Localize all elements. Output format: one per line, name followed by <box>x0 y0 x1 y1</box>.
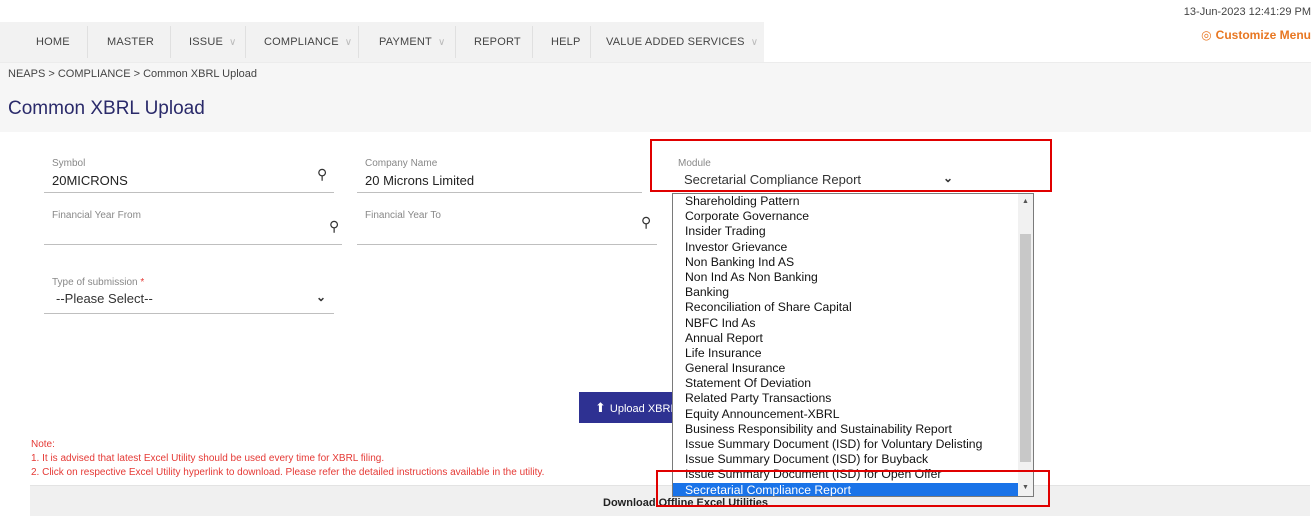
nav-compliance[interactable]: COMPLIANCE ∨ <box>264 22 352 62</box>
module-option[interactable]: Banking <box>673 285 1018 300</box>
module-option[interactable]: Statement Of Deviation <box>673 376 1018 391</box>
nav-issue[interactable]: ISSUE ∨ <box>189 22 237 62</box>
page-title: Common XBRL Upload <box>8 98 205 119</box>
note-heading: Note: <box>31 439 55 450</box>
fy-from-label: Financial Year From <box>52 210 141 221</box>
customize-label: Customize Menu <box>1215 28 1311 42</box>
chevron-down-icon: ∨ <box>344 37 353 48</box>
nav-divider <box>358 26 359 58</box>
module-option[interactable]: Issue Summary Document (ISD) for Buyback <box>673 452 1018 467</box>
chevron-down-icon: ∨ <box>229 37 237 48</box>
fy-to-label: Financial Year To <box>365 210 441 221</box>
module-option[interactable]: Business Responsibility and Sustainabili… <box>673 422 1018 437</box>
breadcrumb: NEAPS > COMPLIANCE > Common XBRL Upload <box>8 68 258 80</box>
submission-label-text: Type of submission <box>52 277 138 288</box>
financial-year-to-field[interactable]: Financial Year To ⚲ <box>357 204 657 245</box>
module-option[interactable]: Non Ind As Non Banking <box>673 270 1018 285</box>
nav-home[interactable]: HOME <box>36 22 70 62</box>
customize-menu-link[interactable]: ◎ Customize Menu <box>1201 28 1311 42</box>
nav-value-added-services[interactable]: VALUE ADDED SERVICES ∨ <box>606 22 758 62</box>
nav-report-label: REPORT <box>474 36 521 48</box>
dropdown-scrollbar[interactable]: ▲ ▼ <box>1018 194 1033 496</box>
nav-payment[interactable]: PAYMENT ∨ <box>379 22 445 62</box>
chevron-down-icon: ⌄ <box>316 290 327 304</box>
nav-help[interactable]: HELP <box>551 22 581 62</box>
company-name-label: Company Name <box>365 158 438 169</box>
submission-value: --Please Select-- <box>56 291 153 306</box>
module-option[interactable]: Equity Announcement-XBRL <box>673 407 1018 422</box>
gear-icon: ◎ <box>1201 28 1212 42</box>
module-options: Shareholding Pattern Corporate Governance… <box>673 194 1018 496</box>
nav-compliance-label: COMPLIANCE <box>264 36 339 48</box>
nav-master[interactable]: MASTER <box>107 22 154 62</box>
nav-divider <box>87 26 88 58</box>
symbol-label: Symbol <box>52 158 86 169</box>
main-nav: HOME MASTER ISSUE ∨ COMPLIANCE ∨ PAYMENT ∨ … <box>0 22 764 62</box>
nav-report[interactable]: REPORT <box>474 22 521 62</box>
title-bar: Common XBRL Upload <box>0 86 1311 132</box>
upload-icon: ⬆ <box>595 400 606 415</box>
upload-label: Upload XBRL <box>609 403 677 415</box>
module-option[interactable]: Life Insurance <box>673 346 1018 361</box>
search-icon[interactable]: ⚲ <box>317 166 327 183</box>
module-option[interactable]: Insider Trading <box>673 224 1018 239</box>
search-icon[interactable]: ⚲ <box>329 218 339 235</box>
nav-help-label: HELP <box>551 36 581 48</box>
module-option[interactable]: Annual Report <box>673 331 1018 346</box>
symbol-value: 20MICRONS <box>52 173 128 188</box>
nav-issue-label: ISSUE <box>189 36 224 48</box>
module-highlight-box <box>650 139 1052 192</box>
nav-divider <box>170 26 171 58</box>
note-line-2: 2. Click on respective Excel Utility hyp… <box>31 467 545 478</box>
nav-divider <box>590 26 591 58</box>
module-option[interactable]: Reconciliation of Share Capital <box>673 300 1018 315</box>
module-option[interactable]: Corporate Governance <box>673 209 1018 224</box>
module-dropdown-list[interactable]: Shareholding Pattern Corporate Governance… <box>672 193 1034 497</box>
nav-master-label: MASTER <box>107 36 155 48</box>
chevron-down-icon: ∨ <box>750 37 759 48</box>
submission-type-select[interactable]: Type of submission * --Please Select-- ⌄ <box>44 271 334 314</box>
scroll-up-icon[interactable]: ▲ <box>1018 195 1033 209</box>
module-option[interactable]: NBFC Ind As <box>673 316 1018 331</box>
upload-xbrl-button[interactable]: ⬆ Upload XBRL <box>579 392 679 423</box>
module-option[interactable]: Non Banking Ind AS <box>673 255 1018 270</box>
datetime: 13-Jun-2023 12:41:29 PM <box>1183 6 1311 18</box>
top-header: HOME MASTER ISSUE ∨ COMPLIANCE ∨ PAYMENT ∨ … <box>0 0 1311 62</box>
nav-payment-label: PAYMENT <box>379 36 432 48</box>
module-option[interactable]: Issue Summary Document (ISD) for Volunta… <box>673 437 1018 452</box>
module-option[interactable]: Shareholding Pattern <box>673 194 1018 209</box>
company-name-value: 20 Microns Limited <box>365 173 475 188</box>
nav-home-label: HOME <box>36 36 70 48</box>
selected-option-highlight-box <box>656 470 1050 507</box>
submission-label: Type of submission * <box>52 277 144 288</box>
module-option[interactable]: General Insurance <box>673 361 1018 376</box>
financial-year-from-field[interactable]: Financial Year From ⚲ <box>44 204 342 245</box>
nav-divider <box>455 26 456 58</box>
nav-vas-label: VALUE ADDED SERVICES <box>606 36 745 48</box>
symbol-field[interactable]: Symbol 20MICRONS ⚲ <box>44 152 334 193</box>
company-name-field[interactable]: Company Name 20 Microns Limited <box>357 152 642 193</box>
module-option[interactable]: Investor Grievance <box>673 240 1018 255</box>
note-line-1: 1. It is advised that latest Excel Utili… <box>31 453 385 464</box>
search-icon[interactable]: ⚲ <box>641 214 651 231</box>
nav-divider <box>532 26 533 58</box>
required-marker: * <box>140 277 145 288</box>
chevron-down-icon: ∨ <box>437 37 446 48</box>
module-option[interactable]: Related Party Transactions <box>673 391 1018 406</box>
nav-divider <box>245 26 246 58</box>
breadcrumb-bar: NEAPS > COMPLIANCE > Common XBRL Upload <box>0 62 1311 87</box>
scroll-thumb[interactable] <box>1020 234 1031 462</box>
